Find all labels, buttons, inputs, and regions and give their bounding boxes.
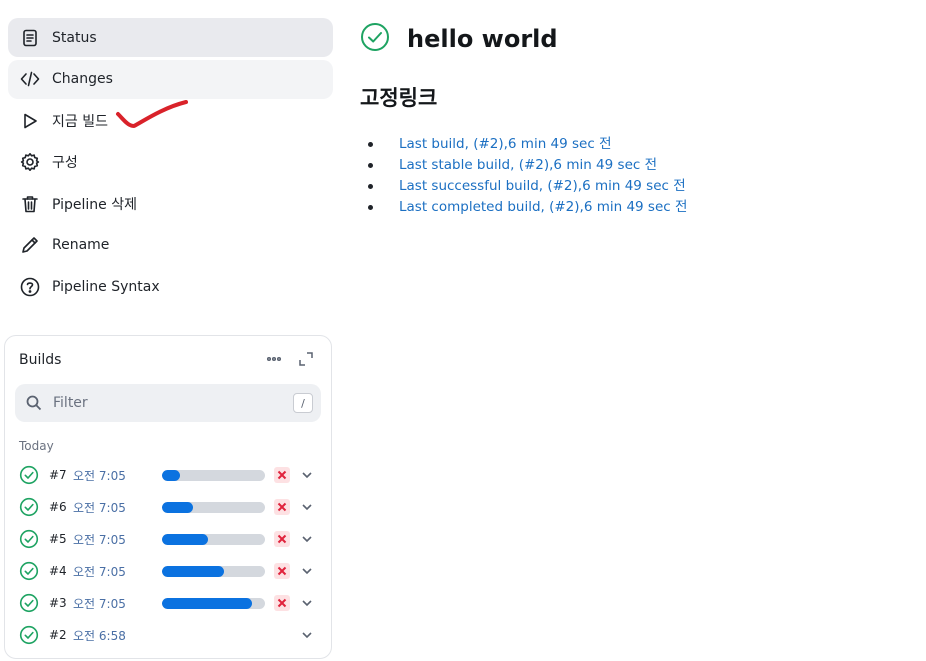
chevron-down-icon[interactable] bbox=[300, 563, 314, 577]
sidebar-item-status[interactable]: Status bbox=[8, 18, 333, 57]
play-icon bbox=[20, 111, 40, 131]
chevron-down-icon[interactable] bbox=[300, 499, 314, 513]
success-check-icon bbox=[19, 529, 39, 549]
list-item: Last build, (#2),6 min 49 sec 전 bbox=[367, 136, 687, 157]
builds-title: Builds bbox=[19, 352, 62, 368]
success-check-icon bbox=[19, 593, 39, 613]
document-icon bbox=[20, 28, 40, 48]
success-check-icon bbox=[19, 561, 39, 581]
sidebar-nav: Status Changes 지금 빌드 구성 Pipeline 삭제 Rena… bbox=[8, 18, 333, 309]
build-time: 오전 7:05 bbox=[73, 596, 126, 611]
permalink-last-build[interactable]: Last build, (#2),6 min 49 sec 전 bbox=[399, 136, 612, 152]
table-row[interactable]: #4 오전 7:05 bbox=[19, 558, 319, 584]
sidebar-item-pipeline-syntax[interactable]: Pipeline Syntax bbox=[8, 267, 333, 306]
page-header: hello world bbox=[360, 22, 558, 56]
build-number[interactable]: #7 bbox=[49, 468, 71, 482]
pencil-icon bbox=[20, 235, 40, 255]
trash-icon bbox=[20, 194, 40, 214]
chevron-down-icon[interactable] bbox=[300, 595, 314, 609]
abort-build-icon[interactable] bbox=[274, 467, 290, 483]
sidebar-item-label: Changes bbox=[52, 71, 113, 87]
permalink-last-stable-build[interactable]: Last stable build, (#2),6 min 49 sec 전 bbox=[399, 157, 657, 173]
sidebar-item-rename[interactable]: Rename bbox=[8, 226, 333, 265]
abort-build-icon[interactable] bbox=[274, 499, 290, 515]
abort-build-icon[interactable] bbox=[274, 563, 290, 579]
more-icon[interactable] bbox=[265, 350, 283, 372]
builds-panel: Builds / Today #7오전 7:05#6오전 7:05#5오전 7:… bbox=[4, 335, 332, 659]
sidebar-item-label: Pipeline 삭제 bbox=[52, 196, 138, 213]
build-progress-bar bbox=[162, 598, 265, 609]
sidebar-item-configure[interactable]: 구성 bbox=[8, 143, 333, 182]
table-row[interactable]: #7 오전 7:05 bbox=[19, 462, 319, 488]
chevron-down-icon[interactable] bbox=[300, 467, 314, 481]
sidebar-item-delete-pipeline[interactable]: Pipeline 삭제 bbox=[8, 184, 333, 223]
list-item: Last successful build, (#2),6 min 49 sec… bbox=[367, 178, 687, 199]
build-progress-fill bbox=[162, 566, 224, 577]
build-progress-bar bbox=[162, 470, 265, 481]
chevron-down-icon[interactable] bbox=[300, 531, 314, 545]
build-progress-bar bbox=[162, 534, 265, 545]
build-time: 오전 6:58 bbox=[73, 628, 126, 643]
build-progress-bar bbox=[162, 566, 265, 577]
sidebar-item-label: 지금 빌드 bbox=[52, 113, 108, 130]
sidebar-item-label: 구성 bbox=[52, 155, 78, 171]
page-title: hello world bbox=[407, 25, 558, 53]
table-row[interactable]: #3 오전 7:05 bbox=[19, 590, 319, 616]
build-time: 오전 7:05 bbox=[73, 564, 126, 579]
builds-group-label: Today bbox=[19, 439, 54, 453]
list-item: Last stable build, (#2),6 min 49 sec 전 bbox=[367, 157, 687, 178]
abort-build-icon[interactable] bbox=[274, 595, 290, 611]
build-progress-fill bbox=[162, 534, 209, 545]
builds-actions bbox=[265, 350, 315, 372]
permalinks-list: Last build, (#2),6 min 49 sec 전 Last sta… bbox=[367, 136, 687, 220]
expand-icon[interactable] bbox=[297, 350, 315, 372]
filter-input[interactable] bbox=[53, 395, 273, 411]
permalinks-heading: 고정링크 bbox=[360, 86, 438, 110]
build-progress-fill bbox=[162, 502, 193, 513]
build-number[interactable]: #3 bbox=[49, 596, 71, 610]
build-time: 오전 7:05 bbox=[73, 468, 126, 483]
build-number[interactable]: #6 bbox=[49, 500, 71, 514]
gear-icon bbox=[20, 152, 40, 172]
table-row[interactable]: #2 오전 6:58 bbox=[19, 622, 319, 648]
help-icon bbox=[20, 277, 40, 297]
abort-build-icon[interactable] bbox=[274, 531, 290, 547]
build-progress-bar bbox=[162, 502, 265, 513]
success-check-icon bbox=[360, 22, 390, 56]
sidebar-item-label: Status bbox=[52, 29, 97, 46]
table-row[interactable]: #6 오전 7:05 bbox=[19, 494, 319, 520]
success-check-icon bbox=[19, 497, 39, 517]
build-number[interactable]: #5 bbox=[49, 532, 71, 546]
success-check-icon bbox=[19, 465, 39, 485]
sidebar-item-label: Rename bbox=[52, 237, 110, 253]
search-icon bbox=[26, 395, 42, 411]
permalink-last-successful-build[interactable]: Last successful build, (#2),6 min 49 sec… bbox=[399, 178, 686, 194]
build-number[interactable]: #4 bbox=[49, 564, 71, 578]
builds-filter[interactable]: / bbox=[15, 384, 321, 422]
chevron-down-icon[interactable] bbox=[300, 627, 314, 641]
sidebar-item-label: Pipeline Syntax bbox=[52, 278, 160, 295]
build-time: 오전 7:05 bbox=[73, 500, 126, 515]
build-progress-fill bbox=[162, 598, 252, 609]
sidebar-item-changes[interactable]: Changes bbox=[8, 59, 333, 99]
table-row[interactable]: #5 오전 7:05 bbox=[19, 526, 319, 552]
annotation-checkmark bbox=[116, 100, 188, 128]
build-number[interactable]: #2 bbox=[49, 628, 71, 642]
build-time: 오전 7:05 bbox=[73, 532, 126, 547]
permalink-last-completed-build[interactable]: Last completed build, (#2),6 min 49 sec … bbox=[399, 199, 687, 215]
success-check-icon bbox=[19, 625, 39, 645]
list-item: Last completed build, (#2),6 min 49 sec … bbox=[367, 199, 687, 220]
code-icon bbox=[20, 69, 40, 89]
filter-shortcut-key: / bbox=[293, 393, 313, 413]
build-progress-fill bbox=[162, 470, 180, 481]
